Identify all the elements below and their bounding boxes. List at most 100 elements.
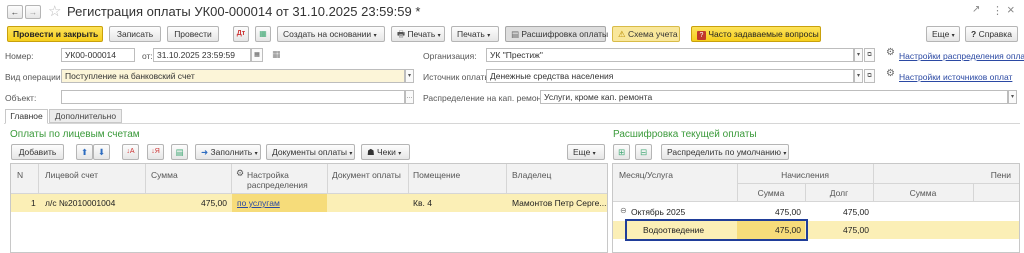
- print-button[interactable]: 🖶 Печать ▾: [391, 26, 445, 42]
- help-label: Справка: [978, 29, 1012, 39]
- operation-type-field[interactable]: Поступление на банковский счет: [61, 69, 405, 83]
- col-distribution-setting[interactable]: Настройка распределения: [247, 170, 329, 190]
- forward-button[interactable]: →: [25, 5, 41, 19]
- object-select-button[interactable]: …: [405, 90, 414, 104]
- col-payment-doc[interactable]: Документ оплаты: [332, 170, 401, 180]
- calendar-icon[interactable]: ▦: [251, 48, 263, 62]
- gear-icon: ⚙: [236, 168, 245, 178]
- post-and-close-button[interactable]: Провести и закрыть: [7, 26, 103, 42]
- col-sum[interactable]: Сумма: [151, 170, 178, 180]
- payment-source-dropdown[interactable]: ▾: [854, 69, 863, 83]
- col-divider: [408, 164, 409, 194]
- capital-repair-dropdown[interactable]: ▾: [1008, 90, 1017, 104]
- source-settings-link[interactable]: Настройки источников оплат: [899, 72, 1012, 82]
- payment-breakdown-button[interactable]: ▤ Расшифровка оплаты: [505, 26, 609, 42]
- col-accrual-sum[interactable]: Сумма: [737, 188, 805, 198]
- organization-open-icon[interactable]: ⧉: [864, 48, 875, 62]
- accounting-scheme-button[interactable]: ⚠ Схема учета: [612, 26, 680, 42]
- tabs-baseline: [4, 123, 1020, 124]
- capital-repair-label: Распределение на кап. ремонт:: [423, 93, 548, 103]
- print-menu-label: Печать: [457, 29, 485, 39]
- row-premises: Кв. 4: [413, 198, 432, 208]
- collapse-node-icon[interactable]: ⊖: [620, 206, 627, 215]
- object-field[interactable]: [61, 90, 405, 104]
- report-icon[interactable]: ▦: [255, 26, 271, 42]
- number-field[interactable]: УК00-000014: [61, 48, 135, 62]
- col-divider: [231, 164, 232, 194]
- sort-desc-icon[interactable]: ↓Я: [147, 144, 164, 160]
- organization-dropdown[interactable]: ▾: [854, 48, 863, 62]
- col-accrual-debt[interactable]: Долг: [805, 188, 873, 198]
- grid-select-icon[interactable]: ▦: [272, 49, 281, 60]
- print-label: Печать: [407, 29, 436, 39]
- payment-source-field[interactable]: Денежные средства населения: [486, 69, 854, 83]
- row-owner: Мамонтов Петр Серге...: [512, 198, 607, 208]
- close-icon[interactable]: ×: [1007, 2, 1015, 17]
- fill-list-icon[interactable]: ▤: [171, 144, 188, 160]
- col-penalty-sum[interactable]: Сумма: [873, 188, 973, 198]
- month-label: Октябрь 2025: [631, 207, 686, 217]
- payment-docs-button[interactable]: Документы оплаты ▾: [266, 144, 355, 160]
- back-button[interactable]: ←: [7, 5, 23, 19]
- printer-icon: 🖶: [397, 29, 406, 39]
- more-button[interactable]: Еще ▾: [926, 26, 960, 42]
- row-setting-link[interactable]: по услугам: [237, 198, 280, 208]
- move-down-button[interactable]: ⬇: [93, 144, 110, 160]
- left-more-button[interactable]: Еще ▾: [567, 144, 605, 160]
- distribute-default-button[interactable]: Распределить по умолчанию ▾: [661, 144, 789, 160]
- col-account[interactable]: Лицевой счет: [45, 170, 98, 180]
- help-button[interactable]: ? Справка: [965, 26, 1018, 42]
- distribute-default-label: Распределить по умолчанию: [667, 147, 782, 157]
- gear-icon: ⚙: [886, 47, 895, 58]
- gear-icon: ⚙: [886, 68, 895, 79]
- faq-button[interactable]: ? Часто задаваемые вопросы: [691, 26, 821, 42]
- capital-repair-field[interactable]: Услуги, кроме кап. ремонта: [540, 90, 1008, 104]
- date-field[interactable]: 31.10.2025 23:59:59: [153, 48, 251, 62]
- row-account: л/с №2010001004: [45, 198, 116, 208]
- col-n[interactable]: N: [17, 170, 23, 180]
- favorite-star-icon[interactable]: ☆: [48, 2, 61, 20]
- operation-type-dropdown[interactable]: ▾: [405, 69, 414, 83]
- service-debt: 475,00: [843, 225, 869, 235]
- checks-button[interactable]: ☗ Чеки ▾: [361, 144, 410, 160]
- col-penalty[interactable]: Пени: [873, 170, 1019, 180]
- col-accruals[interactable]: Начисления: [737, 170, 873, 180]
- tab-main[interactable]: Главное: [5, 109, 48, 124]
- move-up-button[interactable]: ⬆: [76, 144, 93, 160]
- col-month-service[interactable]: Месяц/Услуга: [619, 170, 673, 180]
- chevron-down-icon: ▾: [437, 33, 441, 39]
- chevron-down-icon: ▾: [592, 151, 596, 157]
- organization-field[interactable]: УК "Престиж": [486, 48, 854, 62]
- chevron-down-icon: ▾: [398, 151, 402, 157]
- more-label: Еще: [932, 29, 950, 39]
- page-title: Регистрация оплаты УК00-000014 от 31.10.…: [67, 4, 421, 19]
- distribution-settings-link[interactable]: Настройки распределения оплат: [899, 51, 1024, 61]
- link-icon[interactable]: ↗: [972, 4, 980, 15]
- create-based-label: Создать на основании: [283, 29, 372, 39]
- add-button[interactable]: Добавить: [11, 144, 64, 160]
- payment-source-label: Источник оплаты:: [423, 72, 493, 82]
- col-divider: [327, 164, 328, 194]
- table-row[interactable]: 1 л/с №2010001004 475,00 по услугам Кв. …: [11, 194, 607, 212]
- payment-source-open-icon[interactable]: ⧉: [864, 69, 875, 83]
- more-vertical-icon[interactable]: ⋮: [992, 4, 1003, 17]
- tab-additional[interactable]: Дополнительно: [49, 109, 122, 123]
- collapse-all-icon[interactable]: ⊟: [635, 144, 652, 160]
- payment-docs-label: Документы оплаты: [272, 147, 348, 157]
- print-menu-button[interactable]: Печать ▾: [451, 26, 499, 42]
- payment-breakdown-label: Расшифровка оплаты: [521, 29, 609, 39]
- posting-journal-icon[interactable]: Дт: [233, 26, 249, 42]
- save-button[interactable]: Записать: [109, 26, 161, 42]
- chevron-down-icon: ▾: [373, 33, 377, 39]
- left-more-label: Еще: [573, 147, 591, 157]
- expand-all-icon[interactable]: ⊞: [613, 144, 630, 160]
- post-button[interactable]: Провести: [167, 26, 219, 42]
- chevron-down-icon: ▾: [349, 151, 353, 157]
- fill-button[interactable]: ➜ Заполнить ▾: [195, 144, 261, 160]
- col-owner[interactable]: Владелец: [512, 170, 551, 180]
- col-premises[interactable]: Помещение: [413, 170, 460, 180]
- sort-asc-icon[interactable]: ↓A: [122, 144, 139, 160]
- create-based-on-button[interactable]: Создать на основании ▾: [277, 26, 385, 42]
- col-divider: [506, 164, 507, 194]
- col-divider: [973, 184, 974, 202]
